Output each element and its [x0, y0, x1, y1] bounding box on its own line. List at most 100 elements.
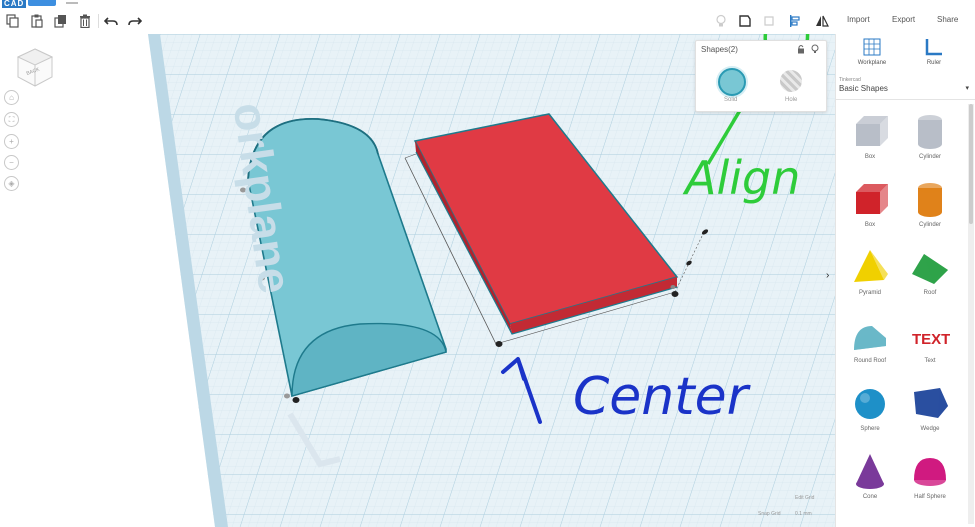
export-button[interactable]: Export: [892, 15, 915, 24]
shape-round-roof[interactable]: Round Roof: [840, 316, 900, 382]
shape-box[interactable]: Box: [840, 112, 900, 178]
shape-inspector-title: Shapes(2): [701, 45, 738, 54]
library-name: Basic Shapes: [839, 84, 888, 93]
center-annotation-text: Center: [573, 367, 752, 427]
workplane-label: Workplane: [857, 60, 887, 66]
align-button[interactable]: [785, 11, 805, 31]
workplane-button[interactable]: Workplane: [842, 38, 902, 66]
shape-wedge[interactable]: Wedge: [900, 384, 960, 450]
copy-button[interactable]: [3, 11, 23, 31]
panel-collapse-chevron-icon[interactable]: ›: [826, 270, 829, 281]
shape-cylinder[interactable]: Cylinder: [900, 180, 960, 246]
shape-label: Cylinder: [918, 154, 941, 160]
half-sphere-icon: [914, 458, 946, 486]
light-icon[interactable]: [810, 44, 820, 54]
shape-label: Wedge: [920, 426, 940, 432]
lightbulb-icon: [716, 14, 726, 27]
delete-button[interactable]: [75, 11, 95, 31]
shape-label: Cylinder: [918, 222, 941, 228]
redo-button[interactable]: [125, 11, 145, 31]
shape-text[interactable]: TEXT Text: [900, 316, 960, 382]
shape-pyramid[interactable]: Pyramid: [840, 248, 900, 314]
cylinder-icon: [918, 115, 942, 149]
zoom-in-button[interactable]: +: [4, 134, 19, 149]
shape-label: Box: [864, 222, 876, 228]
minus-icon: −: [9, 158, 14, 167]
shapes-library-panel: Workplane Ruler Tinkercad Basic Shapes ▾…: [835, 34, 975, 527]
hole-option[interactable]: [780, 70, 802, 92]
edit-grid-button[interactable]: Edit Grid: [795, 495, 814, 501]
share-button[interactable]: Share: [937, 15, 958, 24]
round-roof-icon: [854, 326, 886, 350]
workplane-tool-button[interactable]: [759, 11, 779, 31]
shape-half-sphere[interactable]: Half Sphere: [900, 452, 960, 518]
top-right-actions: Import Export Share: [835, 8, 975, 34]
shape-label: Pyramid: [858, 290, 881, 296]
fit-icon: ⛶: [8, 114, 15, 124]
text-icon: TEXT: [912, 331, 950, 348]
panel-divider: [836, 99, 975, 100]
menu-icon[interactable]: [66, 2, 78, 4]
show-hide-button[interactable]: [711, 11, 731, 31]
ruler-label: Ruler: [926, 60, 942, 66]
snap-grid-select[interactable]: 0.1 mm: [795, 511, 812, 517]
undo-button[interactable]: [101, 11, 121, 31]
paste-icon: [31, 14, 43, 28]
trash-icon: [80, 14, 90, 28]
view-cube-icon: BACK: [16, 48, 54, 87]
lock-icon[interactable]: [796, 44, 806, 54]
box-icon: [856, 116, 888, 146]
import-button[interactable]: Import: [847, 15, 870, 24]
ruler-button[interactable]: Ruler: [904, 38, 964, 66]
undo-icon: [104, 17, 118, 26]
box-icon: [856, 184, 888, 214]
shape-cone[interactable]: Cone: [840, 452, 900, 518]
fit-view-button[interactable]: ⛶: [4, 112, 19, 127]
roof-icon: [912, 254, 948, 284]
main-toolbar: [0, 8, 835, 35]
perspective-button[interactable]: ◈: [4, 176, 19, 191]
shape-cylinder[interactable]: Cylinder: [900, 112, 960, 178]
solid-option[interactable]: [718, 68, 746, 96]
mirror-icon: [816, 15, 829, 27]
plus-icon: +: [9, 137, 14, 146]
cube-icon: ◈: [8, 179, 15, 188]
workplane-tool-icon: [764, 16, 774, 26]
sphere-icon: [855, 389, 885, 419]
shape-label: Text: [924, 358, 936, 364]
library-caption: Tinkercad: [839, 77, 861, 83]
align-icon: [790, 15, 800, 27]
shape-label: Roof: [923, 290, 937, 296]
library-select[interactable]: Basic Shapes ▾: [839, 84, 971, 93]
speech-bubble-icon: [739, 15, 751, 27]
align-annotation-text: Align: [682, 151, 800, 205]
shape-sphere[interactable]: Sphere: [840, 384, 900, 450]
pyramid-icon: [854, 250, 888, 282]
view-cube[interactable]: BACK: [16, 48, 54, 93]
cylinder-icon: [918, 183, 942, 217]
shape-label: Box: [864, 154, 876, 160]
shape-label: Half Sphere: [914, 494, 946, 500]
dropdown-caret-icon: ▾: [965, 85, 969, 92]
note-button[interactable]: [735, 11, 755, 31]
library-scrollbar-thumb[interactable]: [969, 104, 973, 224]
top-app-bar: CAD: [0, 0, 975, 8]
duplicate-button[interactable]: [51, 11, 71, 31]
zoom-out-button[interactable]: −: [4, 155, 19, 170]
shape-inspector: Shapes(2) Solid Hole: [695, 40, 827, 112]
shape-roof[interactable]: Roof: [900, 248, 960, 314]
app-logo[interactable]: CAD: [2, 0, 27, 8]
home-icon: ⌂: [9, 93, 14, 102]
shape-label: Round Roof: [853, 358, 887, 364]
paste-button[interactable]: [27, 11, 47, 31]
solid-label: Solid: [724, 97, 738, 103]
ruler-icon: [925, 39, 942, 56]
shape-label: Sphere: [860, 426, 880, 432]
mirror-button[interactable]: [812, 11, 832, 31]
shape-box[interactable]: Box: [840, 180, 900, 246]
workplane-icon: [863, 38, 881, 56]
home-view-button[interactable]: ⌂: [4, 90, 19, 105]
active-tab-indicator: [28, 0, 56, 6]
copy-icon: [6, 14, 19, 28]
redo-icon: [128, 17, 142, 26]
